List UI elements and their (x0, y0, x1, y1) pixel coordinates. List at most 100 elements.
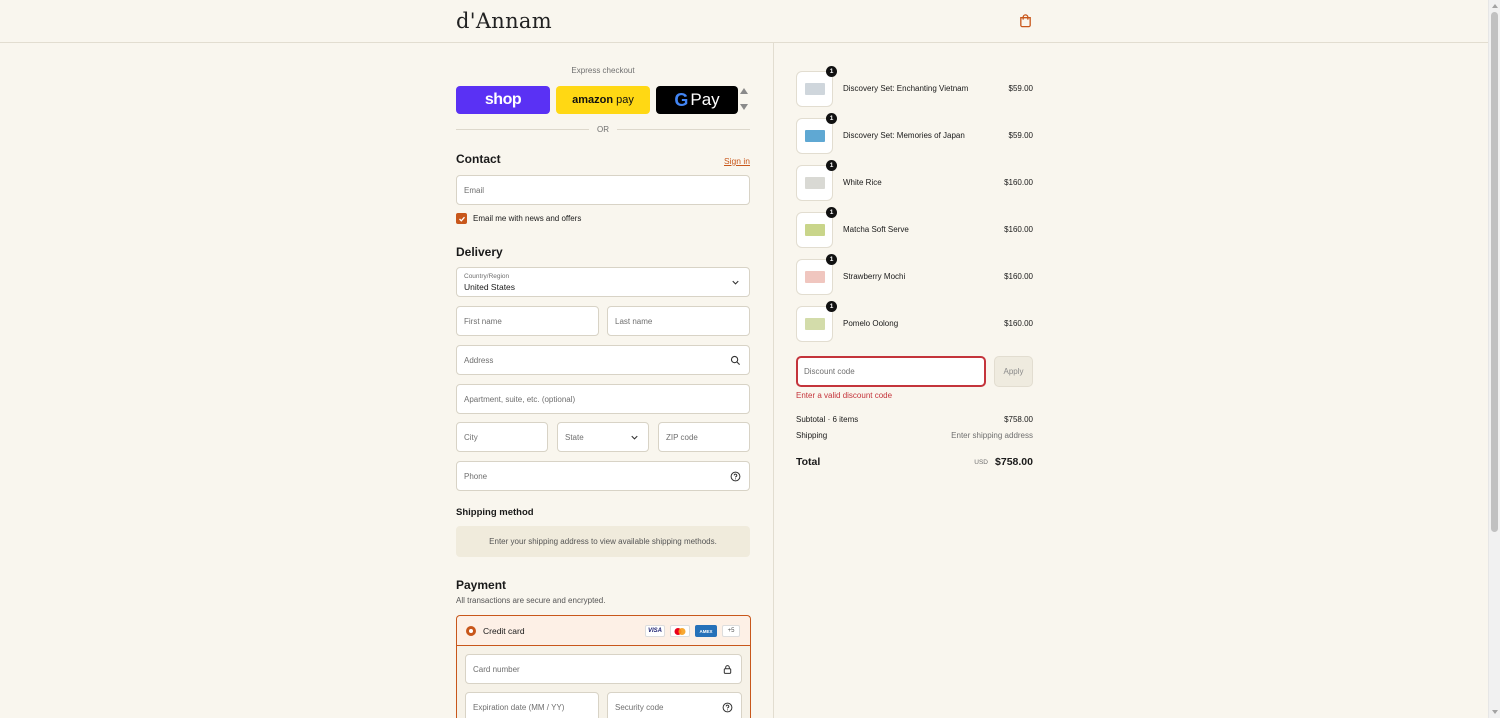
or-label: OR (597, 124, 609, 134)
state-select[interactable]: State (557, 422, 649, 452)
last-name-placeholder: Last name (615, 317, 653, 326)
product-thumbnail (796, 71, 833, 107)
last-name-field[interactable]: Last name (607, 306, 750, 336)
help-icon[interactable] (722, 702, 733, 713)
order-item: 1 Strawberry Mochi $160.00 (796, 254, 1033, 295)
visa-icon: VISA (645, 625, 665, 637)
payment-subtitle: All transactions are secure and encrypte… (456, 596, 606, 605)
order-item: 1 White Rice $160.00 (796, 160, 1033, 201)
mastercard-icon (670, 625, 690, 637)
shopping-bag-icon[interactable] (1018, 13, 1033, 28)
product-image (805, 177, 825, 189)
quantity-badge: 1 (826, 113, 837, 124)
or-line-right (617, 128, 750, 130)
quantity-badge: 1 (826, 160, 837, 171)
card-number-placeholder: Card number (473, 665, 520, 674)
more-cards-badge[interactable]: +5 (722, 625, 740, 637)
country-select[interactable]: Country/Region United States (456, 267, 750, 297)
sign-in-link[interactable]: Sign in (710, 156, 750, 166)
newsletter-option[interactable]: Email me with news and offers (456, 213, 581, 224)
item-price: $160.00 (1004, 178, 1033, 187)
total-row: Total USD $758.00 (796, 456, 1033, 470)
address-placeholder: Address (464, 356, 494, 365)
payment-title: Payment (456, 578, 507, 592)
or-line-left (456, 128, 589, 130)
credit-card-panel: Credit card VISA AMEX +5 Card number Exp… (456, 615, 751, 718)
google-pay-label: Pay (690, 90, 720, 109)
scroll-down-icon[interactable] (1492, 710, 1498, 714)
shop-pay-label: shop (484, 91, 522, 108)
lock-icon (723, 665, 732, 674)
contact-title: Contact (456, 152, 501, 166)
credit-card-radio[interactable] (466, 626, 476, 636)
credit-card-option[interactable]: Credit card VISA AMEX +5 (457, 616, 750, 646)
email-placeholder: Email (464, 186, 485, 195)
item-price: $160.00 (1004, 319, 1033, 328)
page-scrollbar[interactable] (1488, 0, 1500, 718)
apply-button[interactable]: Apply (994, 356, 1033, 387)
card-number-field[interactable]: Card number (465, 654, 742, 684)
product-image (805, 224, 825, 236)
shipping-value: Enter shipping address (951, 431, 1033, 440)
product-thumbnail (796, 259, 833, 295)
item-price: $59.00 (1008, 131, 1033, 140)
scroll-up-icon[interactable] (1492, 4, 1498, 8)
product-image (805, 318, 825, 330)
address-field[interactable]: Address (456, 345, 750, 375)
credit-card-label: Credit card (483, 626, 525, 636)
chevron-down-icon (732, 280, 739, 285)
subtotal-value: $758.00 (1004, 415, 1033, 424)
phone-field[interactable]: Phone (456, 461, 750, 491)
shipping-label: Shipping (796, 431, 828, 440)
zip-placeholder: ZIP code (666, 433, 698, 442)
shop-pay-button[interactable]: shop (456, 86, 550, 114)
amazon-pay-logo: amazon (572, 94, 614, 106)
scrollbar-thumb[interactable] (1491, 12, 1498, 532)
first-name-placeholder: First name (464, 317, 502, 326)
first-name-field[interactable]: First name (456, 306, 599, 336)
email-field[interactable]: Email (456, 175, 750, 205)
item-name: Strawberry Mochi (843, 272, 906, 281)
subtotal-label: Subtotal · 6 items (796, 415, 859, 424)
city-field[interactable]: City (456, 422, 548, 452)
brand-logo[interactable]: d'Annam (456, 9, 552, 33)
scroll-down-arrow-icon[interactable] (740, 104, 748, 110)
product-image (805, 130, 825, 142)
item-name: Discovery Set: Enchanting Vietnam (843, 84, 969, 93)
product-image (805, 271, 825, 283)
apartment-field[interactable]: Apartment, suite, etc. (optional) (456, 384, 750, 414)
zip-field[interactable]: ZIP code (658, 422, 750, 452)
security-code-field[interactable]: Security code (607, 692, 742, 718)
search-icon (730, 355, 741, 366)
amazon-pay-label: pay (616, 94, 634, 106)
scroll-up-arrow-icon[interactable] (740, 88, 748, 94)
google-pay-button[interactable]: G Pay (656, 86, 738, 114)
help-icon[interactable] (730, 471, 741, 482)
order-item: 1 Matcha Soft Serve $160.00 (796, 207, 1033, 248)
shipping-method-notice: Enter your shipping address to view avai… (456, 526, 750, 557)
newsletter-label: Email me with news and offers (473, 214, 582, 223)
google-g-icon: G (674, 89, 689, 110)
header: d'Annam (0, 0, 1488, 43)
item-name: Pomelo Oolong (843, 319, 899, 328)
amazon-pay-button[interactable]: amazon pay (556, 86, 650, 114)
phone-placeholder: Phone (464, 472, 488, 481)
quantity-badge: 1 (826, 254, 837, 265)
currency-code: USD (974, 459, 988, 466)
total-value: $758.00 (995, 456, 1033, 468)
amex-icon: AMEX (695, 625, 717, 637)
shipping-method-title: Shipping method (456, 507, 534, 518)
shipping-method-message: Enter your shipping address to view avai… (489, 537, 717, 546)
item-price: $59.00 (1008, 84, 1033, 93)
checkmark-icon (458, 216, 465, 222)
delivery-title: Delivery (456, 245, 503, 259)
expiration-placeholder: Expiration date (MM / YY) (473, 703, 565, 712)
newsletter-checkbox[interactable] (456, 213, 467, 224)
discount-code-field[interactable]: Discount code (796, 356, 986, 387)
express-scroll-arrows[interactable] (740, 88, 748, 112)
order-item: 1 Pomelo Oolong $160.00 (796, 301, 1033, 342)
security-code-placeholder: Security code (615, 703, 664, 712)
expiration-field[interactable]: Expiration date (MM / YY) (465, 692, 599, 718)
discount-error: Enter a valid discount code (796, 391, 893, 400)
express-checkout-label: Express checkout (571, 66, 635, 75)
